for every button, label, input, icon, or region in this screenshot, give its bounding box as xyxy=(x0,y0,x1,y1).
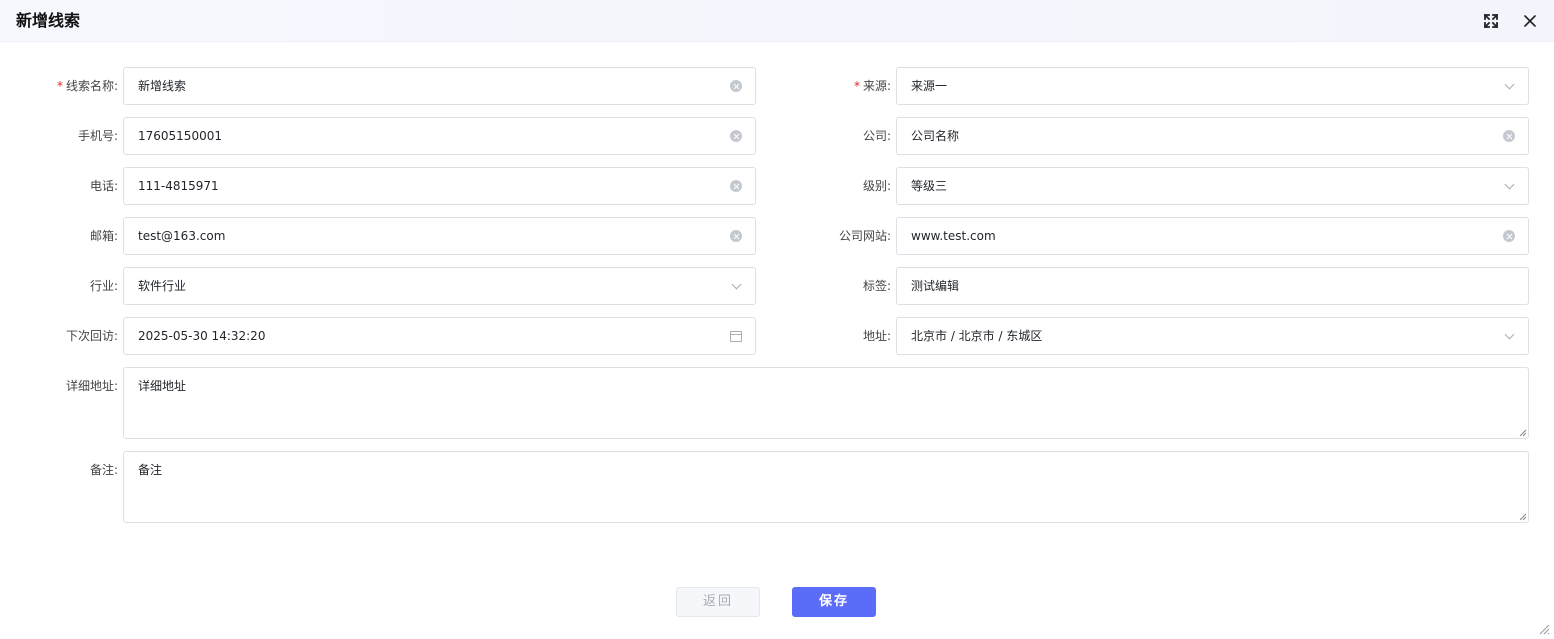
clear-icon[interactable] xyxy=(729,129,743,143)
chevron-down-icon xyxy=(1502,329,1516,343)
address-cascader[interactable]: 北京市 / 北京市 / 东城区 xyxy=(896,317,1529,355)
calendar-icon xyxy=(729,329,743,343)
detail-address-textarea[interactable]: 详细地址 xyxy=(123,367,1529,439)
clue-name-label: * 线索名称: xyxy=(56,79,118,93)
add-clue-dialog: 新增线索 * 线索名称: 新增线索 * 来源: 来源一 手机号: 1760515… xyxy=(0,0,1554,639)
chevron-down-icon xyxy=(729,279,743,293)
source-select[interactable]: 来源一 xyxy=(896,67,1529,105)
close-icon[interactable] xyxy=(1521,12,1539,30)
clear-icon[interactable] xyxy=(729,79,743,93)
clear-icon[interactable] xyxy=(1502,129,1516,143)
chevron-down-icon xyxy=(1502,179,1516,193)
detail-address-label: 详细地址: xyxy=(65,379,118,393)
company-label: 公司: xyxy=(862,129,891,143)
phone-input[interactable]: 111-4815971 xyxy=(123,167,756,205)
mobile-label: 手机号: xyxy=(77,129,118,143)
tags-input[interactable]: 测试编辑 xyxy=(896,267,1529,305)
back-button[interactable]: 返回 xyxy=(676,587,760,617)
website-label: 公司网站: xyxy=(838,229,891,243)
remark-textarea[interactable]: 备注 xyxy=(123,451,1529,523)
next-visit-datepicker[interactable]: 2025-05-30 14:32:20 xyxy=(123,317,756,355)
required-star: * xyxy=(853,79,860,93)
industry-label: 行业: xyxy=(89,279,118,293)
next-visit-label: 下次回访: xyxy=(65,329,118,343)
remark-label: 备注: xyxy=(89,463,118,477)
industry-select[interactable]: 软件行业 xyxy=(123,267,756,305)
save-button[interactable]: 保存 xyxy=(792,587,876,617)
tags-label: 标签: xyxy=(862,279,891,293)
clue-name-input[interactable]: 新增线索 xyxy=(123,67,756,105)
required-star: * xyxy=(56,79,63,93)
dialog-resize-grip-icon[interactable] xyxy=(1538,623,1550,635)
clear-icon[interactable] xyxy=(729,179,743,193)
resize-grip-icon[interactable] xyxy=(1518,512,1527,521)
fullscreen-icon[interactable] xyxy=(1482,12,1500,30)
email-label: 邮箱: xyxy=(89,229,118,243)
clear-icon[interactable] xyxy=(729,229,743,243)
address-label: 地址: xyxy=(862,329,891,343)
chevron-down-icon xyxy=(1502,79,1516,93)
level-label: 级别: xyxy=(862,179,891,193)
resize-grip-icon[interactable] xyxy=(1518,428,1527,437)
email-input[interactable]: test@163.com xyxy=(123,217,756,255)
website-input[interactable]: www.test.com xyxy=(896,217,1529,255)
source-label: * 来源: xyxy=(853,79,891,93)
dialog-title: 新增线索 xyxy=(16,11,81,30)
company-input[interactable]: 公司名称 xyxy=(896,117,1529,155)
mobile-input[interactable]: 17605150001 xyxy=(123,117,756,155)
level-select[interactable]: 等级三 xyxy=(896,167,1529,205)
clear-icon[interactable] xyxy=(1502,229,1516,243)
dialog-header: 新增线索 xyxy=(0,0,1554,42)
phone-label: 电话: xyxy=(89,179,118,193)
